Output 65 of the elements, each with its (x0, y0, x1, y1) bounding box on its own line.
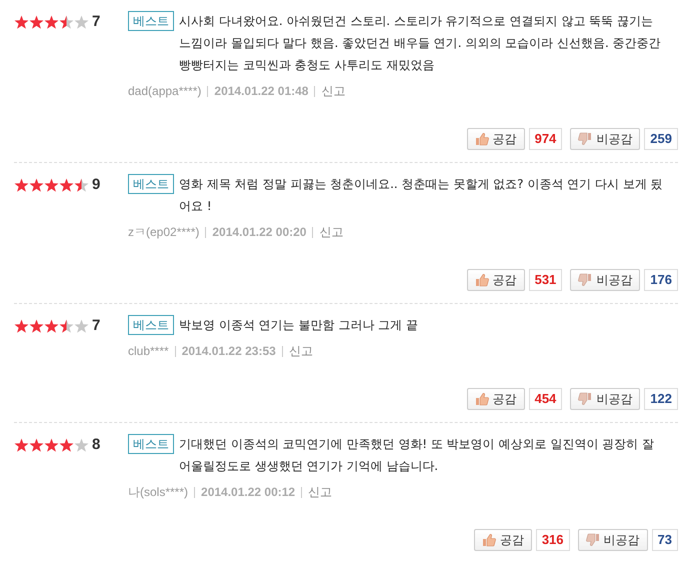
star-icon (14, 14, 29, 30)
best-label: 베스트 (128, 434, 174, 454)
star-icon (44, 178, 59, 192)
author-name: club**** (128, 343, 169, 360)
comment-text: 기대했던 이종석의 코믹연기에 만족했던 영화! 또 박보영이 예상외로 일진역이 굉장히 잘 어울릴정도로 생생했던 연기가 기억에 남습니다. (179, 436, 655, 475)
thumbs-up-icon (474, 273, 489, 287)
comment-text: 시사회 다녀왔어요. 아쉬웠던건 스토리. 스토리가 유기적으로 연결되지 않고 뚝뚝 끊기는 느낌이라 몰입되다 말다 했음. 좋았던건 배우들 연기. 의외의 모습이라 신선했음. 중간중간 빵빵터지는 코믹씬과 충청도 사투리도 재밌었음 (179, 13, 662, 74)
comment-date: 2014.01.22 01:48 (214, 83, 308, 100)
comment-date: 2014.01.22 23:53 (182, 343, 276, 360)
author-name: zㅋ(ep02****) (128, 224, 200, 241)
best-label: 베스트 (128, 315, 174, 335)
star-icon (59, 438, 74, 452)
star-icon (14, 318, 29, 334)
star-icon (44, 14, 59, 30)
half-star-icon (74, 178, 89, 192)
thumbs-up-icon (482, 533, 496, 547)
star-icon (14, 178, 29, 192)
like-button[interactable]: 공감 (466, 388, 525, 410)
like-count: 316 (536, 529, 570, 551)
like-button[interactable]: 공감 (466, 128, 525, 150)
comment-text: 영화 제목 처럼 정말 피끓는 청춘이네요.. 청춘때는 못할게 없죠? 이종석 연기 다시 보게 됬어요 ! (179, 176, 664, 215)
star-icon (59, 178, 74, 192)
thumbs-up-icon (474, 392, 489, 406)
rating-score: 7 (92, 316, 100, 336)
report-link[interactable]: 신고 (321, 82, 346, 100)
comment-date: 2014.01.22 00:20 (212, 224, 306, 241)
half-star-icon (59, 14, 74, 30)
thumbs-down-icon (578, 132, 592, 146)
thumbs-down-icon (578, 392, 592, 406)
comment-date: 2014.01.22 00:12 (201, 484, 296, 501)
comment-text: 박보영 이종석 연기는 불만함 그러나 그게 끝 (179, 317, 419, 334)
report-link[interactable]: 신고 (288, 342, 313, 360)
author-name: dad(appa****) (128, 83, 202, 100)
star-icon (29, 438, 44, 452)
dislike-button[interactable]: 비공감 (570, 269, 640, 291)
dislike-count: 259 (644, 128, 678, 150)
star-icon (44, 318, 59, 334)
star-icon (44, 438, 59, 452)
star-icon (14, 438, 29, 452)
dislike-count: 73 (652, 529, 678, 551)
like-count: 531 (528, 269, 562, 291)
star-icon (29, 318, 44, 334)
half-star-icon (59, 318, 74, 334)
rating-score: 8 (92, 434, 100, 455)
thumbs-down-icon (578, 273, 592, 287)
report-link[interactable]: 신고 (308, 483, 332, 501)
best-label: 베스트 (128, 174, 174, 194)
dislike-button[interactable]: 비공감 (570, 388, 640, 410)
like-count: 454 (528, 388, 562, 410)
like-button[interactable]: 공감 (474, 529, 532, 551)
star-icon (29, 178, 44, 192)
like-button[interactable]: 공감 (466, 269, 525, 291)
thumbs-down-icon (586, 533, 600, 547)
dislike-button[interactable]: 비공감 (578, 529, 648, 551)
rating-score: 7 (92, 12, 100, 32)
dislike-button[interactable]: 비공감 (570, 128, 640, 150)
dislike-count: 122 (644, 388, 678, 410)
report-link[interactable]: 신고 (319, 223, 344, 241)
like-count: 974 (528, 128, 562, 150)
star-icon (29, 14, 44, 30)
best-label: 베스트 (128, 11, 174, 31)
dislike-count: 176 (644, 269, 678, 291)
author-name: 나(sols****) (128, 484, 188, 501)
rating-score: 9 (92, 174, 100, 195)
thumbs-up-icon (474, 132, 489, 146)
